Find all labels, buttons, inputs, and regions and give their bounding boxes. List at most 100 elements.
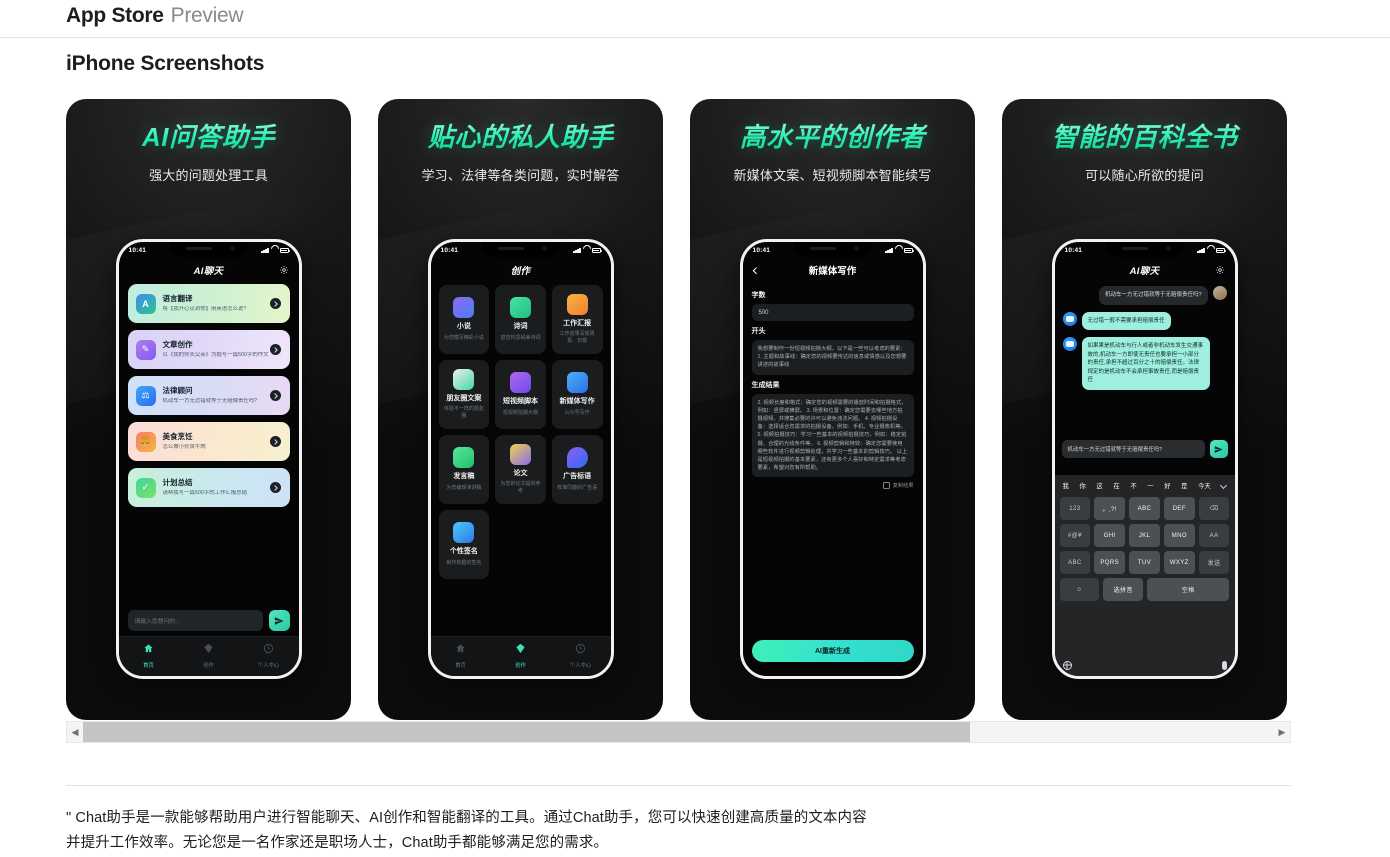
scroll-right-arrow[interactable]: ▶ (1274, 727, 1290, 738)
tab-profile[interactable]: 个人中心 (551, 643, 611, 669)
message-input[interactable]: 请输入您想问的... (127, 610, 263, 631)
back-icon[interactable] (752, 267, 760, 275)
gear-icon[interactable] (279, 265, 289, 275)
tab-create[interactable]: 创作 (179, 643, 239, 669)
key[interactable]: TUV (1129, 551, 1160, 574)
tab-home[interactable]: 首页 (119, 643, 179, 669)
wifi-icon (583, 248, 589, 253)
grid-item[interactable]: 论文 为您的论文提供参考 (495, 435, 546, 504)
screenshot-card-3[interactable]: 高水平的创作者 新媒体文案、短视频脚本智能续写 10:41 新媒体写作 字数 5… (690, 99, 975, 720)
key[interactable]: MNO (1163, 524, 1195, 547)
battery-icon (903, 248, 914, 253)
backspace-key[interactable]: ⌫ (1198, 497, 1230, 520)
regenerate-button[interactable]: AI重新生成 (751, 640, 914, 662)
grid-desc: 短视频拍摄大纲 (502, 409, 538, 416)
keyboard[interactable]: 我 你 这 在 不 一 好 是 今天 123 。,?! ABC DEF ⌫ #@… (1054, 475, 1235, 676)
tab-create[interactable]: 创作 (491, 643, 551, 669)
screenshot-card-1[interactable]: AI问答助手 强大的问题处理工具 10:41 AI聊天 A 语言翻译 将【我开心… (66, 99, 351, 720)
grid-item[interactable]: 新媒体写作 公众号写作 (551, 360, 603, 429)
tab-profile[interactable]: 个人中心 (239, 643, 299, 669)
tab-home[interactable]: 首页 (431, 643, 491, 669)
grid-title: 朋友圈文案 (446, 395, 482, 403)
suggestion[interactable]: 这 (1096, 481, 1102, 490)
copy-result-button[interactable]: 复制结果 (752, 482, 914, 490)
word-count-input[interactable]: 500 (751, 304, 914, 321)
pinyin-key[interactable]: 选拼音 (1103, 578, 1144, 601)
suggestion[interactable]: 我 (1063, 481, 1069, 490)
grid-item[interactable]: 工作汇报 工作成果写成周报、日报 (551, 285, 603, 354)
home-icon (144, 644, 153, 653)
checklist-icon: ✓ (135, 477, 156, 498)
thesis-icon (509, 444, 531, 466)
status-bar-1: 10:41 (119, 242, 299, 259)
grid-item[interactable]: 广告标语 校准同趣的广告语 (551, 435, 603, 504)
opening-text[interactable]: 我想要制作一份短视频拍摄大纲，以下是一些可以考虑的要素： 1. 主题和故事线：确… (751, 340, 914, 375)
scroll-thumb[interactable] (83, 722, 971, 742)
send-button[interactable] (1209, 440, 1228, 458)
suggestion[interactable]: 一 (1147, 481, 1153, 490)
message-input[interactable]: 机动车一方无过错就等于无赔偿责任吗? (1061, 440, 1205, 458)
result-label: 生成结果 (751, 381, 780, 389)
chevron-right-icon[interactable] (269, 436, 281, 447)
tab-label: 创作 (515, 663, 526, 669)
chat-input-bar[interactable]: 机动车一方无过错就等于无赔偿责任吗? (1061, 440, 1228, 458)
key[interactable]: ABC (1059, 551, 1091, 574)
space-key[interactable]: 空格 (1147, 578, 1230, 601)
grid-item[interactable]: 小说 为您模写精彩小说 (438, 285, 490, 354)
chevron-right-icon[interactable] (269, 482, 281, 493)
media-icon (566, 372, 588, 394)
key[interactable]: PQRS (1094, 551, 1126, 574)
card-desc: 请帮我写一篇500字的工作汇报总结 (162, 489, 247, 496)
list-item[interactable]: ⚖ 法律顾问 机动车一方无过错就等于无赔偿责任吗? (127, 376, 290, 415)
key[interactable]: DEF (1163, 497, 1195, 520)
horizontal-scrollbar[interactable]: ◀ ▶ (66, 721, 1291, 743)
send-key[interactable]: 发送 (1198, 551, 1230, 574)
globe-icon[interactable] (1062, 660, 1072, 670)
list-item[interactable]: 🍔 美食烹饪 怎么做小炒黄牛肉 (127, 422, 290, 461)
mic-icon[interactable] (1221, 660, 1227, 670)
scroll-left-arrow[interactable]: ◀ (67, 727, 83, 738)
signal-icon (1197, 248, 1205, 253)
grid-item[interactable]: 朋友圈文案 体验不一样的朋友圈 (438, 360, 490, 429)
tab-bar-2[interactable]: 首页 创作 个人中心 (430, 636, 611, 676)
chevron-right-icon[interactable] (269, 344, 281, 355)
key[interactable]: WXYZ (1163, 551, 1195, 574)
key[interactable]: ABC (1129, 497, 1160, 520)
shot-1-subtitle: 强大的问题处理工具 (149, 167, 268, 183)
key[interactable]: 123 (1059, 497, 1091, 520)
suggestion-strip[interactable]: 我 你 这 在 不 一 好 是 今天 (1058, 475, 1232, 495)
grid-item[interactable]: 个性签名 制作有趣的签名 (438, 510, 490, 579)
chevron-right-icon[interactable] (269, 298, 281, 309)
creation-grid: 小说 为您模写精彩小说 诗词 替您构思绢美诗词 工作汇报 工作成果写成周报、日报… (431, 281, 611, 579)
key[interactable]: GHI (1094, 524, 1126, 547)
key[interactable]: #@¥ (1059, 524, 1091, 547)
scroll-track[interactable] (83, 722, 1274, 742)
chevron-down-icon[interactable] (1220, 481, 1228, 489)
list-item[interactable]: A 语言翻译 将【我开心见到你】用英语怎么说? (127, 284, 290, 323)
chevron-right-icon[interactable] (269, 390, 281, 401)
suggestion[interactable]: 今天 (1198, 481, 1211, 490)
send-button[interactable] (268, 610, 290, 631)
grid-item[interactable]: 诗词 替您构思绢美诗词 (495, 285, 546, 354)
tab-bar-1[interactable]: 首页 创作 个人中心 (118, 636, 299, 676)
key[interactable]: AA (1198, 524, 1230, 547)
suggestion[interactable]: 好 (1164, 481, 1170, 490)
shot-2-subtitle: 学习、法律等各类问题，实时解答 (421, 167, 620, 183)
screenshot-card-4[interactable]: 智能的百科全书 可以随心所欲的提问 10:41 AI聊天 机动车一方无过错就等于… (1002, 99, 1287, 720)
chat-input-bar[interactable]: 请输入您想问的... (127, 610, 290, 631)
gear-icon[interactable] (1215, 265, 1225, 275)
grid-item[interactable]: 短视频脚本 短视频拍摄大纲 (495, 360, 546, 429)
suggestion[interactable]: 你 (1079, 481, 1085, 490)
screenshots-carousel[interactable]: AI问答助手 强大的问题处理工具 10:41 AI聊天 A 语言翻译 将【我开心… (66, 99, 1291, 720)
suggestion[interactable]: 是 (1181, 481, 1187, 490)
emoji-key[interactable]: ☺ (1059, 578, 1100, 601)
list-item[interactable]: ✓ 计划总结 请帮我写一篇500字的工作汇报总结 (127, 468, 290, 507)
screenshot-card-2[interactable]: 贴心的私人助手 学习、法律等各类问题，实时解答 10:41 创作 小说 为您模写… (378, 99, 663, 720)
suggestion[interactable]: 在 (1113, 481, 1119, 490)
grid-item[interactable]: 发言稿 为您编辑演讲稿 (438, 435, 490, 504)
suggestion[interactable]: 不 (1130, 481, 1136, 490)
translate-icon: A (135, 293, 156, 314)
key[interactable]: JKL (1129, 524, 1160, 547)
key[interactable]: 。,?! (1094, 497, 1126, 520)
list-item[interactable]: ✎ 文章创作 以《我的师长父亲》为题写一篇500字的作文 (127, 330, 290, 369)
